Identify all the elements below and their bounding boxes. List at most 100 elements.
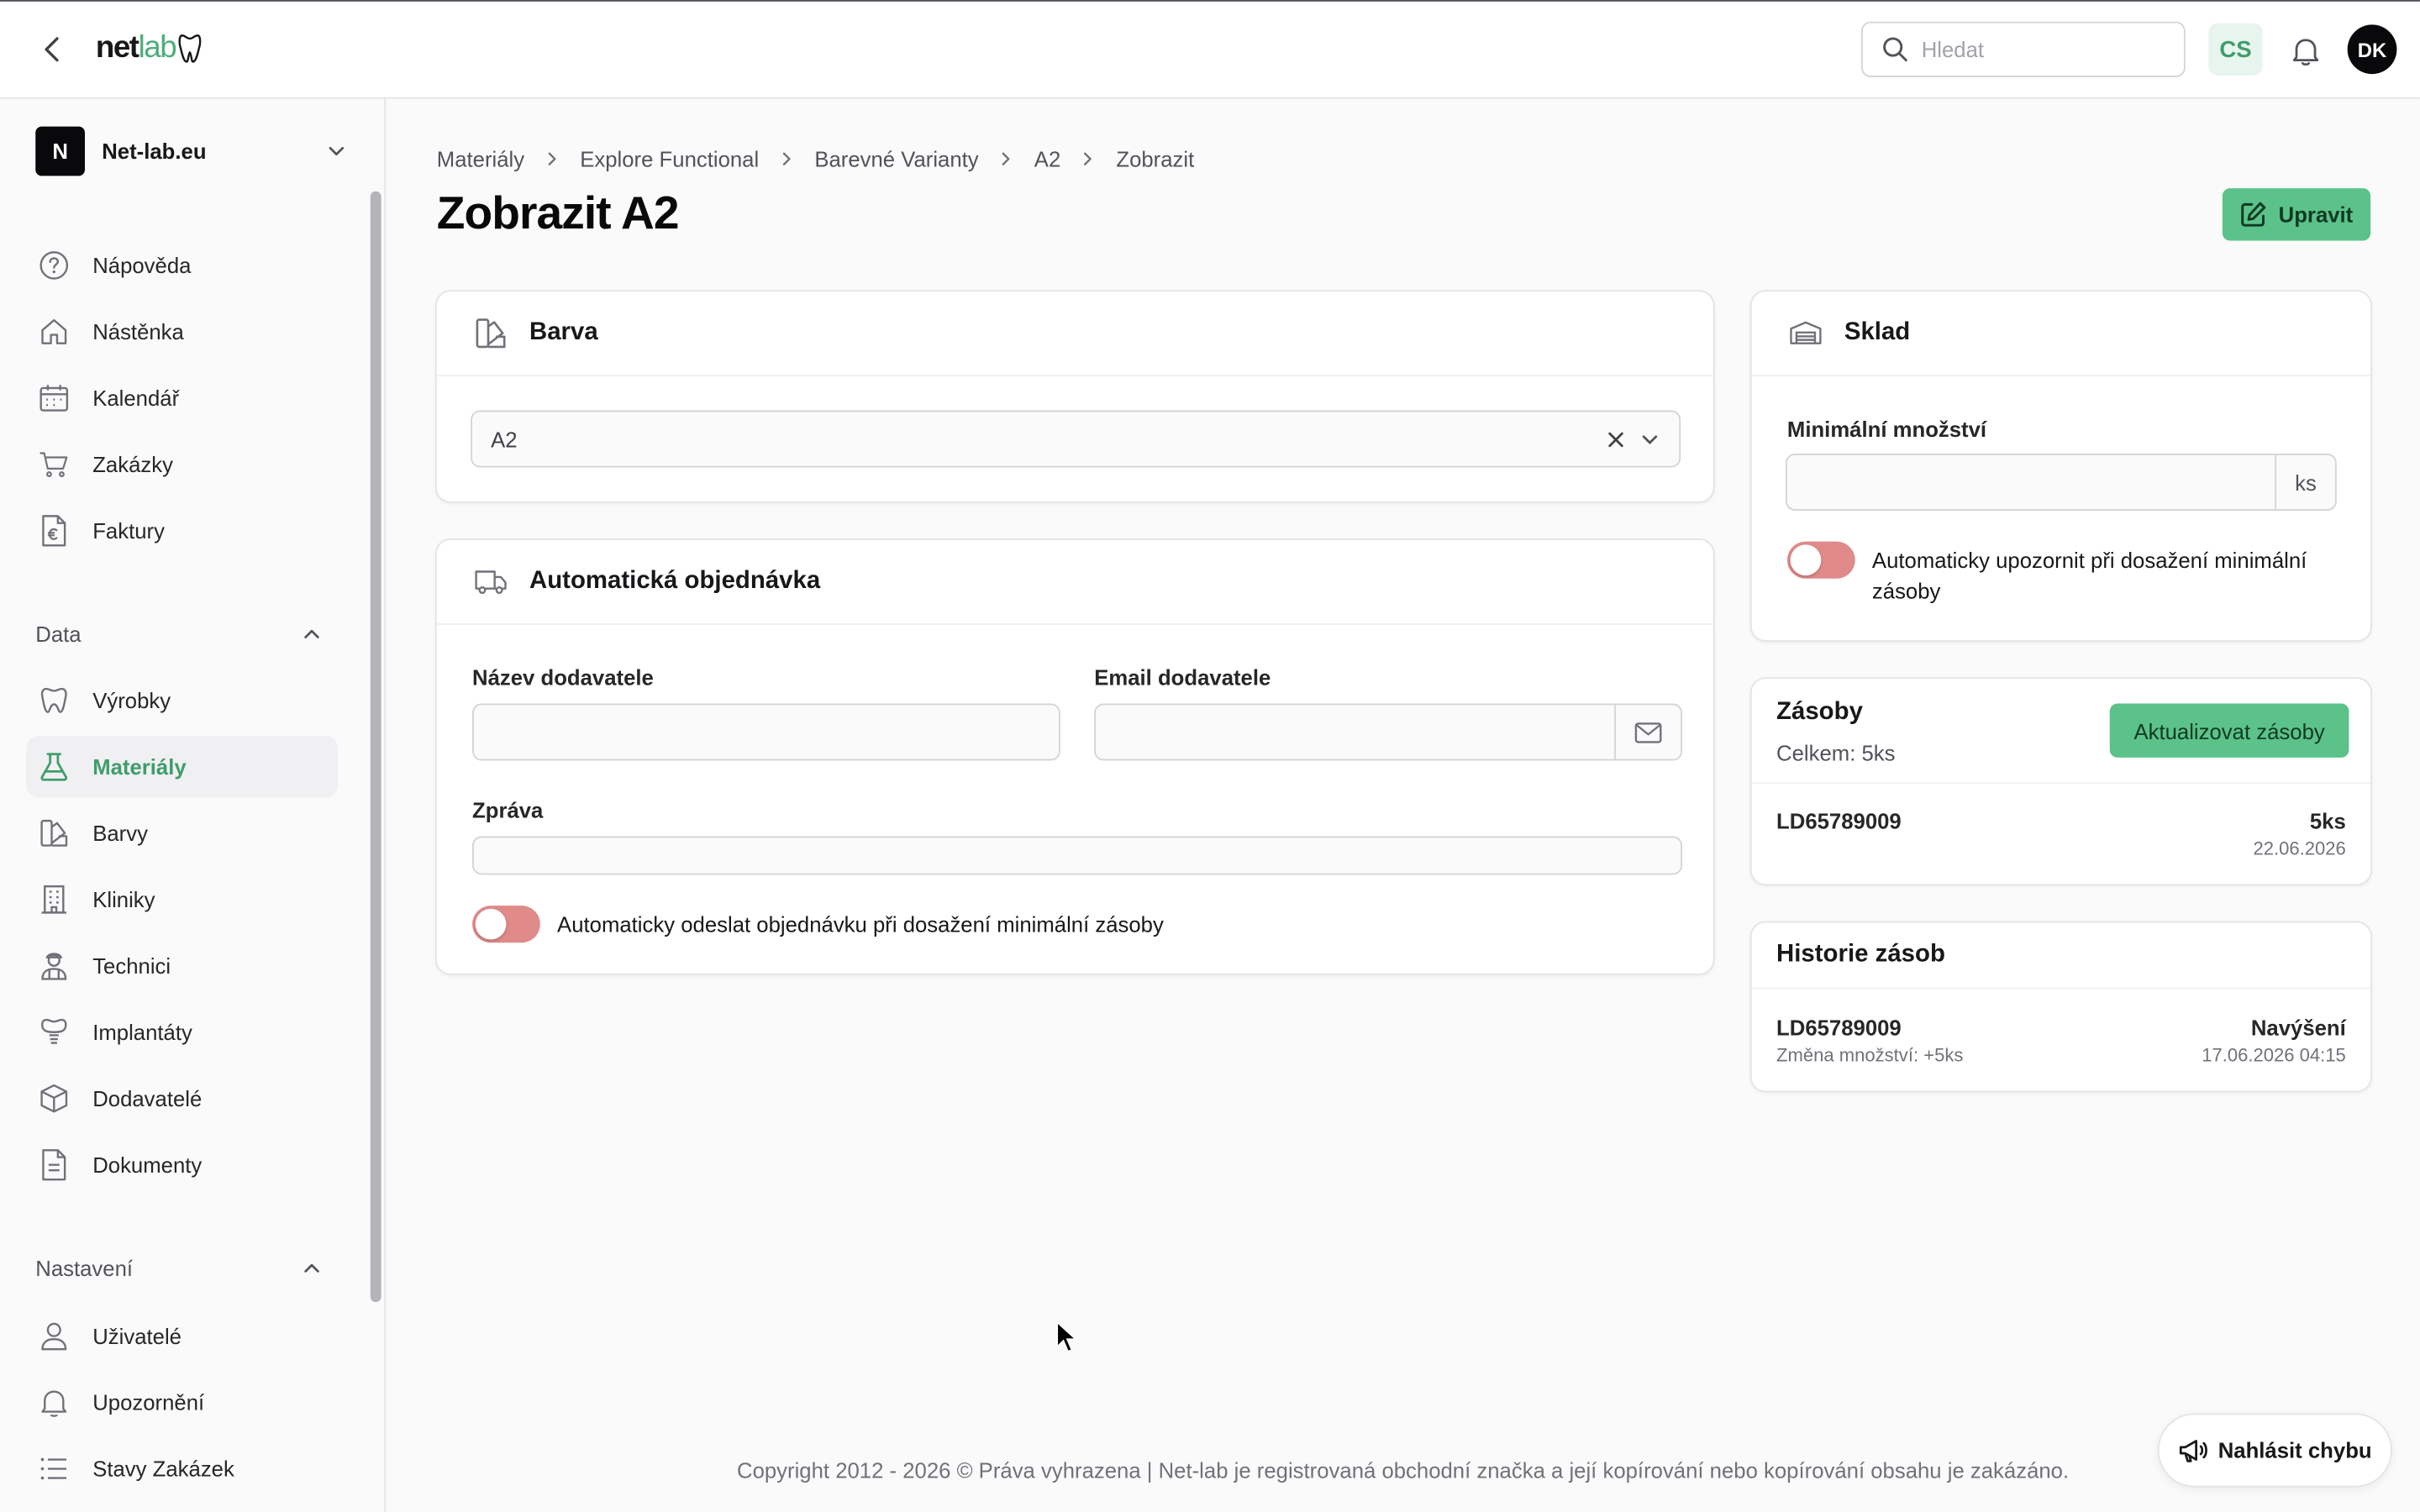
box-icon bbox=[39, 1083, 70, 1114]
sidebar-item-label: Upozornění bbox=[92, 1389, 205, 1415]
sidebar-item-kliniky[interactable]: Kliniky bbox=[26, 869, 338, 930]
language-switch[interactable]: CS bbox=[2208, 23, 2263, 76]
supplier-email-field[interactable] bbox=[1094, 703, 1683, 761]
truck-icon bbox=[475, 570, 507, 595]
sidebar-item-dokumenty[interactable]: Dokumenty bbox=[26, 1134, 338, 1195]
auto-order-card: Automatická objednávka Název dodavatele … bbox=[434, 538, 1715, 975]
sidebar-item-upozorneni[interactable]: Upozornění bbox=[26, 1372, 338, 1433]
user-avatar[interactable]: DK bbox=[2347, 24, 2397, 75]
sidebar-item-label: Výrobky bbox=[92, 688, 171, 713]
supplier-email-label: Email dodavatele bbox=[1094, 664, 1271, 690]
swatch-icon bbox=[476, 318, 506, 349]
org-switcher[interactable]: N Net-lab.eu bbox=[35, 126, 356, 176]
bell-icon bbox=[39, 1387, 70, 1418]
sidebar-item-napoveda[interactable]: Nápověda bbox=[26, 234, 338, 296]
sidebar-item-label: Dokumenty bbox=[92, 1152, 203, 1178]
barva-card: Barva A2 bbox=[434, 290, 1715, 503]
chevron-right-icon bbox=[1081, 151, 1096, 166]
color-select[interactable]: A2 bbox=[471, 410, 1681, 468]
chevron-right-icon bbox=[779, 151, 794, 166]
notifications-bell-icon[interactable] bbox=[2289, 34, 2323, 67]
mouse-cursor-icon bbox=[1055, 1320, 1078, 1354]
sidebar-item-label: Nástěnka bbox=[92, 319, 184, 344]
message-label: Zpráva bbox=[472, 797, 544, 822]
history-card: Historie zásob LD65789009 Změna množství… bbox=[1749, 921, 2373, 1093]
stock-qty: 5ks bbox=[2309, 808, 2346, 833]
sidebar-item-dodavatele[interactable]: Dodavatelé bbox=[26, 1068, 338, 1129]
chevron-right-icon bbox=[999, 151, 1014, 166]
back-arrow-icon[interactable] bbox=[37, 33, 68, 66]
message-input[interactable] bbox=[473, 837, 1681, 874]
user-icon bbox=[39, 1320, 70, 1352]
breadcrumb-link[interactable]: Barevné Varianty bbox=[814, 146, 978, 171]
supplier-name-input[interactable] bbox=[473, 705, 1059, 759]
history-code: LD65789009 bbox=[1776, 1015, 1902, 1040]
stock-code: LD65789009 bbox=[1776, 808, 1902, 833]
tooth-icon bbox=[39, 685, 70, 716]
breadcrumb-link[interactable]: Explore Functional bbox=[580, 146, 759, 171]
search-input[interactable] bbox=[1921, 37, 2169, 62]
history-row: LD65789009 Změna množství: +5ks Navýšení… bbox=[1752, 989, 2371, 1090]
sidebar-item-faktury[interactable]: Faktury bbox=[26, 500, 338, 561]
message-field[interactable] bbox=[472, 836, 1683, 875]
card-title: Automatická objednávka bbox=[529, 567, 821, 595]
stock-row: LD65789009 5ks 22.06.2026 bbox=[1752, 784, 2371, 885]
section-settings-label: Nastavení bbox=[35, 1256, 134, 1281]
breadcrumb-link[interactable]: A2 bbox=[1034, 146, 1060, 171]
color-select-value: A2 bbox=[491, 426, 518, 452]
sidebar-item-nastenka[interactable]: Nástěnka bbox=[26, 301, 338, 362]
home-icon bbox=[39, 317, 70, 348]
section-settings-toggle[interactable]: Nastavení bbox=[35, 1252, 323, 1284]
sidebar-item-label: Implantáty bbox=[92, 1020, 192, 1045]
sidebar-item-barvy[interactable]: Barvy bbox=[26, 802, 338, 864]
history-title: Historie zásob bbox=[1776, 941, 1945, 968]
megaphone-icon bbox=[2180, 1440, 2208, 1462]
sidebar-item-stavy-zakazek[interactable]: Stavy Zakázek bbox=[26, 1438, 338, 1499]
section-data-toggle[interactable]: Data bbox=[35, 619, 323, 650]
sidebar-scrollbar[interactable] bbox=[370, 191, 381, 1303]
search-field[interactable] bbox=[1861, 21, 2186, 77]
edit-button[interactable]: Upravit bbox=[2222, 188, 2371, 241]
chevron-right-icon bbox=[544, 151, 560, 166]
min-qty-alert-label-line2: zásoby bbox=[1871, 578, 1941, 604]
edit-icon bbox=[2241, 202, 2266, 227]
sidebar-item-label: Technici bbox=[92, 953, 171, 979]
sidebar-item-kalendar[interactable]: Kalendář bbox=[26, 367, 338, 428]
sidebar-item-label: Zakázky bbox=[92, 452, 173, 477]
report-bug-button[interactable]: Nahlásit chybu bbox=[2157, 1413, 2392, 1488]
document-icon bbox=[39, 1149, 70, 1181]
sidebar-item-label: Kalendář bbox=[92, 386, 180, 411]
sidebar-item-label: Barvy bbox=[92, 821, 148, 846]
sidebar-item-zakazky[interactable]: Zakázky bbox=[26, 433, 338, 495]
sidebar-item-implantaty[interactable]: Implantáty bbox=[26, 1001, 338, 1063]
sidebar-item-materialy[interactable]: Materiály bbox=[26, 736, 339, 798]
min-qty-field[interactable]: ks bbox=[1786, 453, 2337, 511]
chevron-down-icon bbox=[329, 146, 345, 156]
netlab-logo[interactable]: netlab bbox=[96, 26, 203, 69]
sidebar-item-label: Materiály bbox=[92, 754, 187, 780]
invoice-euro-icon bbox=[39, 515, 70, 547]
supplier-name-label: Název dodavatele bbox=[472, 664, 654, 690]
chevron-up-icon bbox=[304, 629, 319, 638]
sidebar-item-vyrobky[interactable]: Výrobky bbox=[26, 669, 338, 731]
history-change: Změna množství: +5ks bbox=[1776, 1044, 1964, 1067]
sidebar-item-label: Uživatelé bbox=[92, 1323, 182, 1349]
clear-x-icon[interactable] bbox=[1605, 428, 1627, 450]
supplier-email-input[interactable] bbox=[1096, 705, 1615, 759]
min-qty-input[interactable] bbox=[1786, 454, 2275, 510]
sidebar-item-technici[interactable]: Technici bbox=[26, 935, 338, 996]
help-circle-icon bbox=[39, 250, 70, 281]
min-qty-alert-toggle[interactable] bbox=[1786, 541, 1855, 579]
org-badge: N bbox=[35, 126, 86, 176]
sklad-card: Sklad Minimální množství ks Automaticky … bbox=[1749, 290, 2373, 643]
card-title: Barva bbox=[529, 319, 598, 346]
update-stock-button[interactable]: Aktualizovat zásoby bbox=[2109, 703, 2349, 758]
calendar-icon bbox=[39, 383, 70, 414]
zasoby-total: Celkem: 5ks bbox=[1776, 740, 1896, 766]
chevron-down-icon[interactable] bbox=[1639, 428, 1661, 450]
breadcrumb-link[interactable]: Materiály bbox=[437, 146, 524, 171]
auto-order-toggle[interactable] bbox=[472, 906, 540, 943]
sidebar-item-uzivatele[interactable]: Uživatelé bbox=[26, 1305, 338, 1367]
building-icon bbox=[39, 884, 70, 915]
supplier-name-field[interactable] bbox=[472, 703, 1060, 761]
